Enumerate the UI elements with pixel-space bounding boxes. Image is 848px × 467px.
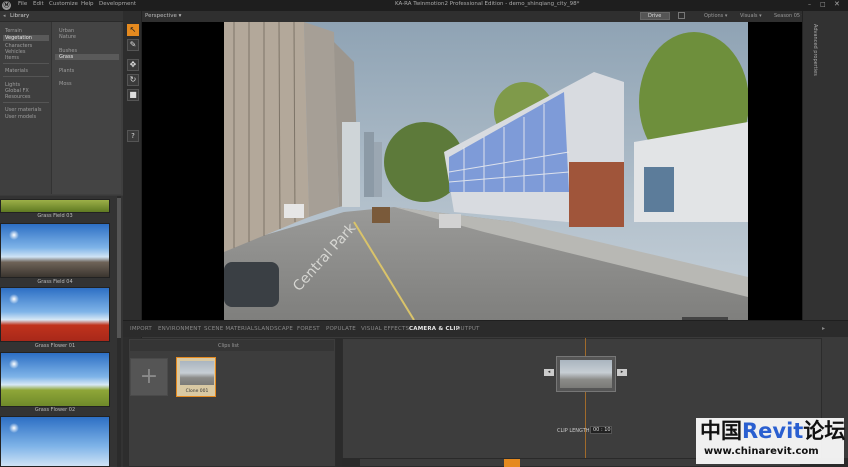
lib-cat-resources[interactable]: Resources — [5, 94, 31, 100]
scene-render: Central Park — [224, 22, 748, 320]
lib-cat-materials[interactable]: Materials — [5, 68, 28, 74]
clip-length-value: 00 : 10 — [593, 427, 611, 433]
divider — [3, 76, 49, 77]
tab-landscape[interactable]: LANDSCAPE — [258, 326, 293, 332]
drive-button[interactable]: Drive — [640, 12, 670, 20]
clip-thumbnail — [180, 361, 214, 385]
add-clip-button[interactable]: + — [130, 358, 168, 396]
tab-visual-effects[interactable]: VISUAL EFFECTS — [361, 326, 409, 332]
lib-cat-items[interactable]: Items — [5, 55, 19, 61]
tab-import[interactable]: IMPORT — [130, 326, 152, 332]
advanced-properties-label[interactable]: Advanced properties — [812, 24, 818, 76]
lib-sub-moss[interactable]: Moss — [59, 81, 72, 87]
street-scene-image: Central Park — [224, 22, 748, 320]
library-title: Library — [10, 13, 30, 19]
lib-sub-plants[interactable]: Plants — [59, 68, 74, 74]
maximize-icon[interactable]: □ — [820, 1, 826, 8]
help-icon[interactable]: ? — [127, 130, 139, 142]
app-logo-icon[interactable]: Ⓜ — [2, 1, 11, 10]
thumb-label: Grass Field 03 — [37, 213, 73, 219]
divider — [3, 63, 49, 64]
minimize-icon[interactable]: – — [808, 1, 811, 8]
lib-cat-user-materials[interactable]: User materials — [5, 107, 41, 113]
tab-populate[interactable]: POPULATE — [326, 326, 356, 332]
scale-icon[interactable]: ■ — [127, 89, 139, 101]
lib-cat-vegetation[interactable]: Vegetation — [3, 35, 49, 41]
lib-sub-nature[interactable]: Nature — [59, 34, 76, 40]
fullscreen-icon[interactable] — [678, 12, 685, 19]
timeline-clip-thumbnail[interactable] — [556, 356, 616, 392]
lib-cat-user-models[interactable]: User models — [5, 114, 36, 120]
expand-icon[interactable]: ▸ — [822, 325, 825, 332]
menu-help[interactable]: Help — [81, 1, 94, 7]
thumb-next[interactable] — [0, 416, 110, 467]
drive-label: Drive — [648, 13, 662, 19]
watermark: 中国Revit论坛 www.chinarevit.com — [696, 418, 846, 464]
thumb-grass-flower-01[interactable] — [0, 287, 110, 342]
viewport[interactable]: Central Park — [142, 22, 802, 320]
library-thumbnails: Grass Field 03 Grass Field 04 Grass Flow… — [0, 196, 123, 467]
tab-camera-clip[interactable]: CAMERA & CLIP — [409, 326, 460, 332]
watermark-title-cn1: 中国 — [700, 419, 742, 443]
watermark-title-revit: Revit — [742, 419, 804, 443]
menu-edit[interactable]: Edit — [33, 1, 44, 7]
thumb-label: Grass Field 04 — [37, 279, 73, 285]
thumb-label: Grass Flower 01 — [34, 343, 76, 349]
tab-forest[interactable]: FOREST — [297, 326, 320, 332]
divider — [3, 102, 49, 103]
clip-item-label: Clone 001 — [185, 389, 209, 394]
lib-cat-terrain[interactable]: Terrain — [5, 28, 22, 34]
select-icon[interactable]: ↖ — [127, 24, 139, 36]
menu-development[interactable]: Development — [99, 1, 136, 7]
visuals-menu[interactable]: Visuals ▾ — [740, 13, 762, 19]
thumb-label: Grass Flower 02 — [34, 407, 76, 413]
timeline-scroll-handle[interactable] — [504, 459, 520, 467]
tab-environment[interactable]: ENVIRONMENT — [158, 326, 201, 332]
library-scrollbar-thumb[interactable] — [117, 198, 121, 338]
next-clip-icon[interactable]: ▸ — [617, 369, 627, 376]
options-menu[interactable]: Options ▾ — [704, 13, 727, 19]
menu-file[interactable]: File — [18, 1, 27, 7]
view-dropdown[interactable]: Perspective ▾ — [145, 13, 181, 19]
brush-icon[interactable]: ✎ — [127, 39, 139, 51]
watermark-title-cn2: 论坛 — [803, 419, 846, 443]
viewport-toolbar — [142, 11, 802, 22]
move-icon[interactable]: ✥ — [127, 59, 139, 71]
rotate-icon[interactable]: ↻ — [127, 74, 139, 86]
thumb-grass-field-04[interactable] — [0, 223, 110, 278]
menu-customize[interactable]: Customize — [49, 1, 78, 7]
season-menu[interactable]: Season 05 ▾ — [774, 13, 804, 19]
thumb-grass-field-03[interactable] — [0, 199, 110, 213]
close-icon[interactable]: ✕ — [834, 0, 840, 8]
clip-length-label: CLIP LENGTH — [557, 428, 590, 434]
collapse-icon[interactable]: ◂ — [3, 13, 6, 19]
properties-sidebar — [802, 11, 848, 320]
prev-clip-icon[interactable]: ◂ — [544, 369, 554, 376]
watermark-url: www.chinarevit.com — [704, 446, 819, 457]
tab-scene-materials[interactable]: SCENE MATERIALS — [204, 326, 258, 332]
lib-sub-grass[interactable]: Grass — [55, 54, 119, 60]
window-title: KA-RA Twinmotion2 Professional Edition -… — [395, 1, 580, 7]
thumb-grass-flower-02[interactable] — [0, 352, 110, 407]
clip-list-title: Clips list — [218, 343, 239, 349]
clip-length-input[interactable]: 00 : 10 — [590, 426, 612, 434]
tab-output[interactable]: OUTPUT — [456, 326, 480, 332]
